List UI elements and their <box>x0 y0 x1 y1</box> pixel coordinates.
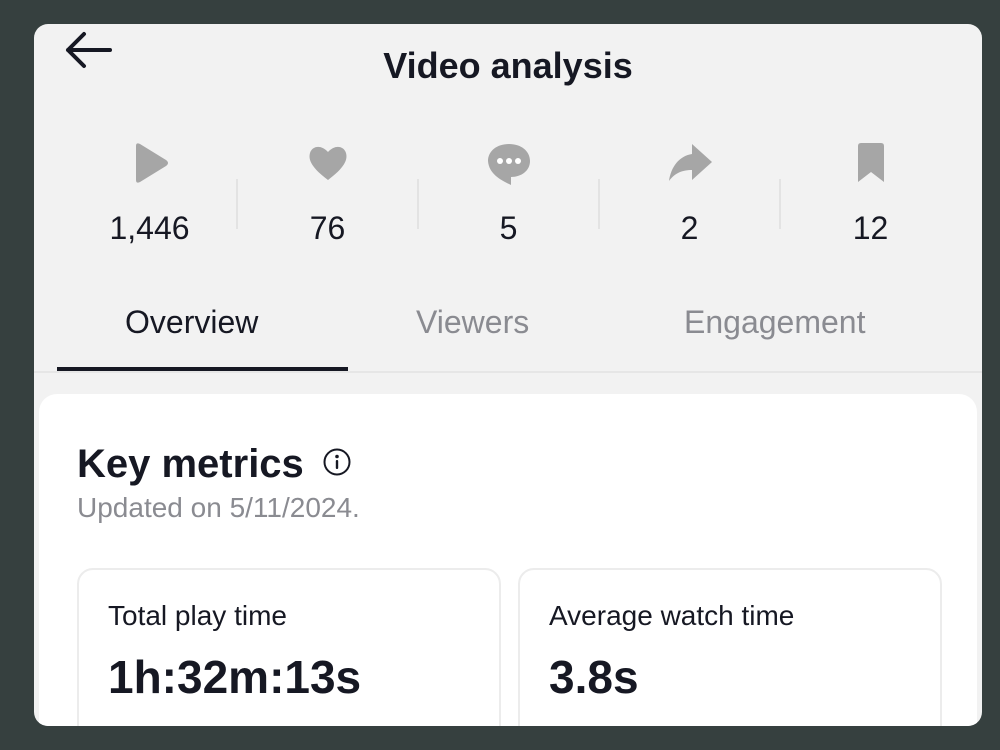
metric-label: Total play time <box>108 600 287 631</box>
stat-saves: 12 <box>780 134 961 254</box>
stat-likes: 76 <box>237 134 418 254</box>
tab-engagement[interactable]: Engagement <box>684 306 865 338</box>
metric-label: Average watch time <box>549 600 795 631</box>
info-icon[interactable] <box>322 447 352 477</box>
stat-shares: 2 <box>599 134 780 254</box>
heart-icon <box>304 138 352 188</box>
updated-date: Updated on 5/11/2024. <box>77 492 360 523</box>
shares-count: 2 <box>680 210 699 246</box>
views-count: 1,446 <box>109 210 190 246</box>
key-metrics-card: Key metrics Updated on 5/11/2024. Total … <box>39 394 977 726</box>
stat-views: 1,446 <box>59 134 240 254</box>
share-icon <box>666 138 714 188</box>
metric-value: 1h:32m:13s <box>108 651 362 703</box>
tab-viewers[interactable]: Viewers <box>416 306 529 338</box>
comments-count: 5 <box>499 210 518 246</box>
page-title: Video analysis <box>383 45 633 86</box>
stat-comments: 5 <box>418 134 599 254</box>
tab-overview[interactable]: Overview <box>125 306 258 338</box>
stats-row: 1,446 76 5 2 12 <box>34 134 982 254</box>
phone-screen: Video analysis 1,446 76 5 2 12 Overview … <box>34 24 982 726</box>
tab-bar: Overview Viewers Engagement <box>34 294 982 374</box>
saves-count: 12 <box>852 210 889 246</box>
play-icon <box>126 138 174 188</box>
metric-value: 3.8s <box>549 651 639 703</box>
bookmark-icon <box>847 138 895 188</box>
metric-card-average-watch-time: Average watch time 3.8s <box>518 568 942 726</box>
likes-count: 76 <box>309 210 346 246</box>
key-metrics-title: Key metrics <box>77 442 304 486</box>
header: Video analysis <box>34 24 982 84</box>
tab-divider <box>34 371 982 373</box>
comment-icon <box>485 138 533 188</box>
metric-card-total-play-time: Total play time 1h:32m:13s <box>77 568 501 726</box>
